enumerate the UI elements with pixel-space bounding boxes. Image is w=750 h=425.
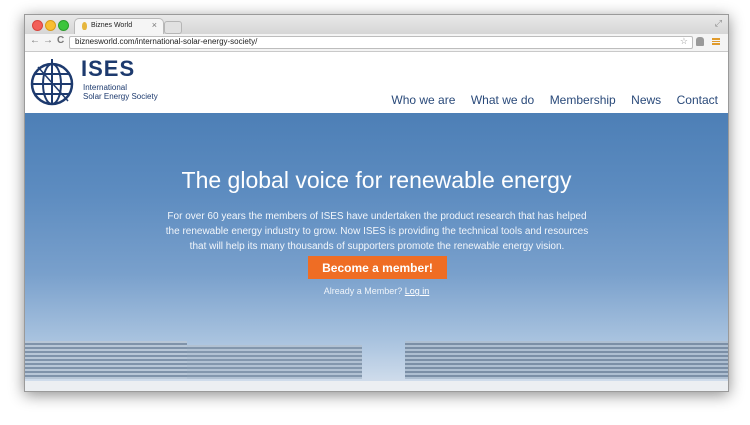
back-icon[interactable]: ← <box>30 35 40 46</box>
login-prompt: Already a Member? Log in <box>25 286 728 296</box>
nav-membership[interactable]: Membership <box>550 93 616 107</box>
tagline-line-2: Solar Energy Society <box>83 92 158 101</box>
solar-panels-left <box>25 341 187 379</box>
hero-description: For over 60 years the members of ISES ha… <box>165 211 589 252</box>
hero-section: The global voice for renewable energy Fo… <box>25 113 728 381</box>
new-tab-button[interactable] <box>164 21 182 34</box>
forward-icon[interactable]: → <box>43 35 53 46</box>
address-bar[interactable]: biznesworld.com/international-solar-ener… <box>69 36 693 49</box>
globe-logo-icon[interactable] <box>28 57 78 107</box>
menu-icon[interactable] <box>712 38 720 45</box>
window-zoom-icon[interactable] <box>58 20 69 31</box>
nav-who-we-are[interactable]: Who we are <box>391 93 455 107</box>
hero-title: The global voice for renewable energy <box>181 167 572 193</box>
nav-news[interactable]: News <box>631 93 661 107</box>
window-close-icon[interactable] <box>32 20 43 31</box>
star-icon[interactable]: ☆ <box>680 36 688 47</box>
favicon-icon <box>82 22 87 30</box>
site-tagline: International Solar Energy Society <box>83 83 203 101</box>
become-member-button[interactable]: Become a member! <box>308 256 447 279</box>
site-header: ISES International Solar Energy Society … <box>25 52 728 113</box>
tab-bar: Biznes World × ⤢ <box>25 15 728 35</box>
solar-panels-middle <box>187 345 362 379</box>
nav-what-we-do[interactable]: What we do <box>471 93 534 107</box>
nav-contact[interactable]: Contact <box>677 93 718 107</box>
site-logo-text[interactable]: ISES <box>81 56 135 82</box>
already-member-text: Already a Member? <box>323 286 403 296</box>
browser-tab[interactable]: Biznes World × <box>74 18 164 35</box>
browser-toolbar: ← → C biznesworld.com/international-sola… <box>25 34 728 52</box>
page-bottom-strip <box>25 381 728 391</box>
window-minimize-icon[interactable] <box>45 20 56 31</box>
browser-window: Biznes World × ⤢ ← → C biznesworld.com/i… <box>24 14 729 392</box>
url-text[interactable]: biznesworld.com/international-solar-ener… <box>75 37 257 46</box>
extension-icon[interactable] <box>696 37 704 46</box>
fullscreen-icon[interactable]: ⤢ <box>715 18 722 29</box>
tagline-line-1: International <box>83 83 128 92</box>
tab-title: Biznes World <box>91 22 133 29</box>
login-link[interactable]: Log in <box>405 286 430 296</box>
solar-panels-right <box>405 341 728 379</box>
reload-icon[interactable]: C <box>57 35 64 46</box>
main-nav: Who we are What we do Membership News Co… <box>380 91 718 109</box>
close-icon[interactable]: × <box>152 20 157 30</box>
